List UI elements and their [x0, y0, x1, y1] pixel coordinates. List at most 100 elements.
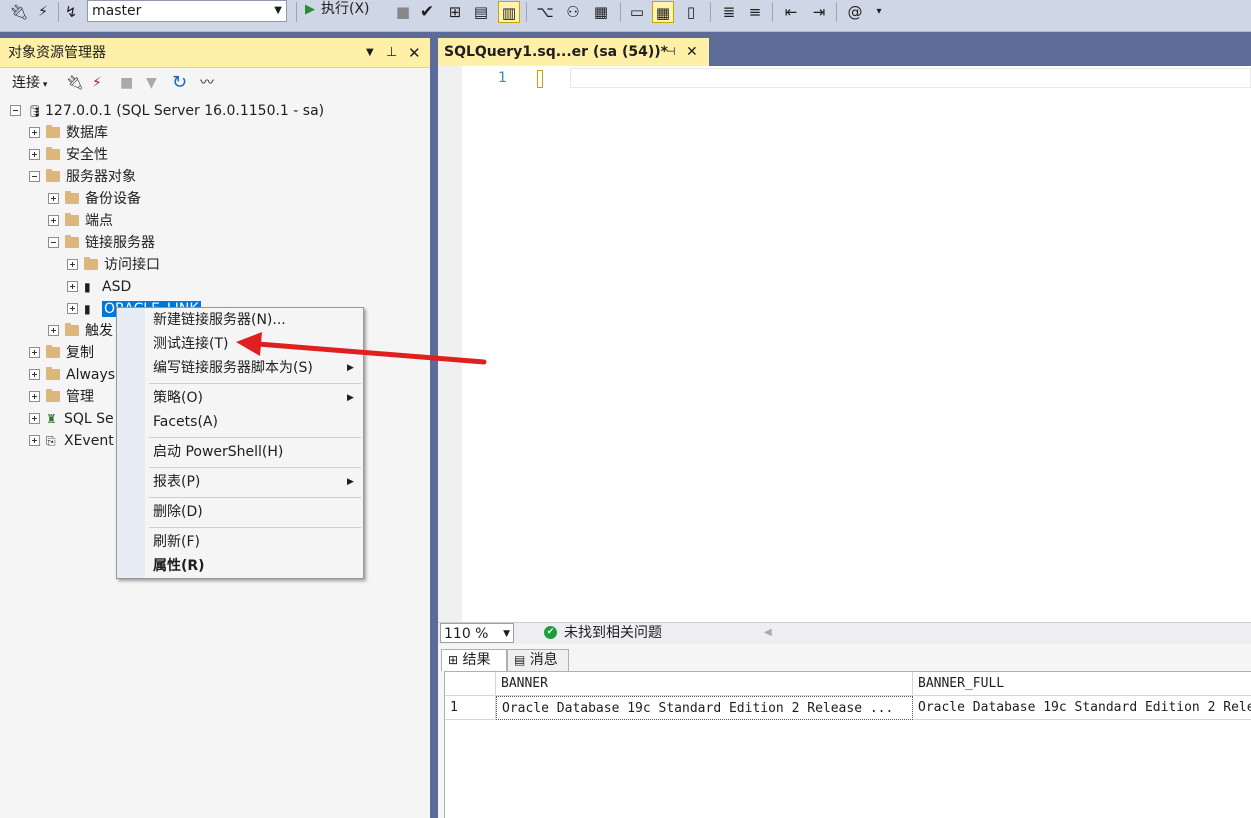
- pin-icon[interactable]: ⊥: [386, 38, 397, 68]
- folder-icon: [65, 190, 79, 204]
- activity-monitor-icon[interactable]: 〰: [200, 68, 214, 98]
- stop-icon[interactable]: ■: [120, 68, 133, 98]
- expand-icon[interactable]: [67, 280, 78, 292]
- results-to-text-icon[interactable]: ▭: [626, 1, 648, 23]
- collapse-icon[interactable]: [29, 170, 40, 182]
- change-connection-icon[interactable]: ⚡︎: [32, 1, 54, 23]
- tab-messages[interactable]: ▤ 消息: [507, 649, 569, 671]
- scroll-left-icon[interactable]: ◀: [764, 623, 772, 643]
- connect-plug-icon[interactable]: 🔌︎: [66, 68, 84, 98]
- menu-item-reports[interactable]: 报表(P): [153, 470, 200, 494]
- tab-query-editor[interactable]: SQLQuery1.sq...er (sa (54))* ⊣ ✕: [438, 38, 709, 66]
- grid-cell[interactable]: Oracle Database 19c Standard Edition 2 R…: [496, 696, 913, 720]
- tree-node-linked-servers[interactable]: 链接服务器: [48, 232, 155, 254]
- window-position-icon[interactable]: ▼: [366, 38, 374, 68]
- expand-icon[interactable]: [29, 368, 40, 380]
- tree-node-replication[interactable]: 复制: [29, 342, 94, 364]
- zoom-select[interactable]: 110 % ▼: [440, 623, 514, 643]
- menu-item-refresh[interactable]: 刷新(F): [153, 530, 200, 554]
- tree-node-databases[interactable]: 数据库: [29, 122, 108, 144]
- available-databases-icon[interactable]: ↯: [60, 1, 82, 23]
- tree-node-security[interactable]: 安全性: [29, 144, 108, 166]
- stop-icon[interactable]: ■: [392, 1, 414, 23]
- toolbar-overflow-icon[interactable]: ▾: [868, 1, 890, 23]
- tree-node-asd[interactable]: ▮ ASD: [67, 276, 131, 298]
- expand-icon[interactable]: [67, 302, 78, 314]
- expand-icon[interactable]: [29, 434, 40, 446]
- tree-node-label: 备份设备: [85, 191, 141, 207]
- display-plan-icon[interactable]: ⊞: [444, 1, 466, 23]
- tree-node-providers[interactable]: 访问接口: [67, 254, 160, 276]
- menu-item-properties[interactable]: 属性(R): [153, 554, 205, 578]
- expand-icon[interactable]: [29, 148, 40, 160]
- tree-node-backup-devices[interactable]: 备份设备: [48, 188, 141, 210]
- specify-values-icon[interactable]: @: [844, 1, 866, 23]
- tree-node-server-objects[interactable]: 服务器对象: [29, 166, 136, 188]
- uncomment-icon[interactable]: ≡: [744, 1, 766, 23]
- tree-node-triggers[interactable]: 触发: [48, 320, 113, 342]
- tree-node-label: SQL Se: [64, 411, 114, 427]
- main-toolbar: 🔌︎ ⚡︎ ↯ master ▼ ▶ 执行(X) ■ ✔ ⊞ ▤ ▥ ⌥ ⚇ ▦ …: [0, 0, 1251, 32]
- expand-icon[interactable]: [48, 192, 59, 204]
- expand-icon[interactable]: [29, 390, 40, 402]
- menu-item-delete[interactable]: 删除(D): [153, 500, 203, 524]
- linked-server-icon: ▮: [84, 280, 91, 294]
- expand-icon[interactable]: [29, 126, 40, 138]
- menu-item-script-as[interactable]: 编写链接服务器脚本为(S): [153, 356, 313, 380]
- toolbar-separator: [296, 2, 297, 22]
- close-icon[interactable]: ✕: [408, 38, 421, 68]
- toolbar-separator: [58, 2, 59, 22]
- expand-icon[interactable]: [29, 346, 40, 358]
- tree-node-endpoints[interactable]: 端点: [48, 210, 113, 232]
- results-grid[interactable]: BANNER BANNER_FULL 1 Oracle Database 19c…: [444, 671, 1251, 818]
- query-editor[interactable]: 1: [438, 66, 1251, 622]
- close-icon[interactable]: ✕: [686, 38, 698, 66]
- disconnect-icon[interactable]: ⚡︎: [92, 68, 102, 98]
- refresh-icon[interactable]: ↻: [172, 68, 187, 98]
- expand-icon[interactable]: [48, 324, 59, 336]
- column-header[interactable]: BANNER: [496, 672, 913, 696]
- comment-icon[interactable]: ≣: [718, 1, 740, 23]
- expand-icon[interactable]: [67, 258, 78, 270]
- row-header[interactable]: 1: [445, 696, 496, 720]
- collapse-icon[interactable]: [10, 104, 21, 116]
- query-options-icon[interactable]: ▤: [470, 1, 492, 23]
- menu-item-policies[interactable]: 策略(O): [153, 386, 203, 410]
- connect-dropdown[interactable]: 连接 ▾: [12, 68, 47, 100]
- expand-icon[interactable]: [48, 214, 59, 226]
- agent-icon: ♜: [46, 412, 57, 426]
- include-plan-icon[interactable]: ⌥: [534, 1, 556, 23]
- tree-node-management[interactable]: 管理: [29, 386, 94, 408]
- filter-icon[interactable]: ▼: [146, 68, 157, 98]
- menu-item-new-linked-server[interactable]: 新建链接服务器(N)...: [153, 308, 286, 332]
- live-stats-icon[interactable]: ⚇: [562, 1, 584, 23]
- column-header[interactable]: BANNER_FULL: [913, 672, 1251, 696]
- results-to-grid-icon[interactable]: ▦: [652, 1, 674, 23]
- tab-results[interactable]: ⊞ 结果: [441, 649, 507, 671]
- tree-node-sql-agent[interactable]: ♜ SQL Se: [29, 408, 114, 430]
- database-select[interactable]: master ▼: [87, 0, 287, 22]
- execute-button[interactable]: ▶ 执行(X): [305, 0, 370, 22]
- client-stats-icon[interactable]: ▦: [590, 1, 612, 23]
- parse-check-icon[interactable]: ✔: [416, 1, 438, 23]
- tree-node-xevent[interactable]: ⎘ XEvent: [29, 430, 114, 452]
- expand-icon[interactable]: [29, 412, 40, 424]
- results-to-file-icon[interactable]: ▯: [680, 1, 702, 23]
- collapse-icon[interactable]: [48, 236, 59, 248]
- grid-corner[interactable]: [445, 672, 496, 696]
- intellisense-icon[interactable]: ▥: [498, 1, 520, 23]
- object-explorer-toolbar: 连接 ▾ 🔌︎ ⚡︎ ■ ▼ ↻ 〰: [0, 68, 430, 98]
- grid-cell[interactable]: Oracle Database 19c Standard Edition 2 R…: [913, 696, 1251, 720]
- menu-item-facets[interactable]: Facets(A): [153, 410, 218, 434]
- menu-item-test-connection[interactable]: 测试连接(T): [153, 332, 228, 356]
- tree-node-server[interactable]: 🛢︎ 127.0.0.1 (SQL Server 16.0.1150.1 - sa…: [10, 100, 324, 122]
- submenu-arrow-icon: ▶: [347, 393, 354, 403]
- menu-item-start-powershell[interactable]: 启动 PowerShell(H): [153, 440, 283, 464]
- tree-node-label: 访问接口: [104, 257, 160, 273]
- decrease-indent-icon[interactable]: ⇤: [780, 1, 802, 23]
- pin-icon[interactable]: ⊣: [666, 38, 676, 66]
- folder-icon: [46, 168, 60, 182]
- connect-plug-icon[interactable]: 🔌︎: [8, 1, 30, 23]
- tree-node-always-on[interactable]: Always: [29, 364, 115, 386]
- increase-indent-icon[interactable]: ⇥: [808, 1, 830, 23]
